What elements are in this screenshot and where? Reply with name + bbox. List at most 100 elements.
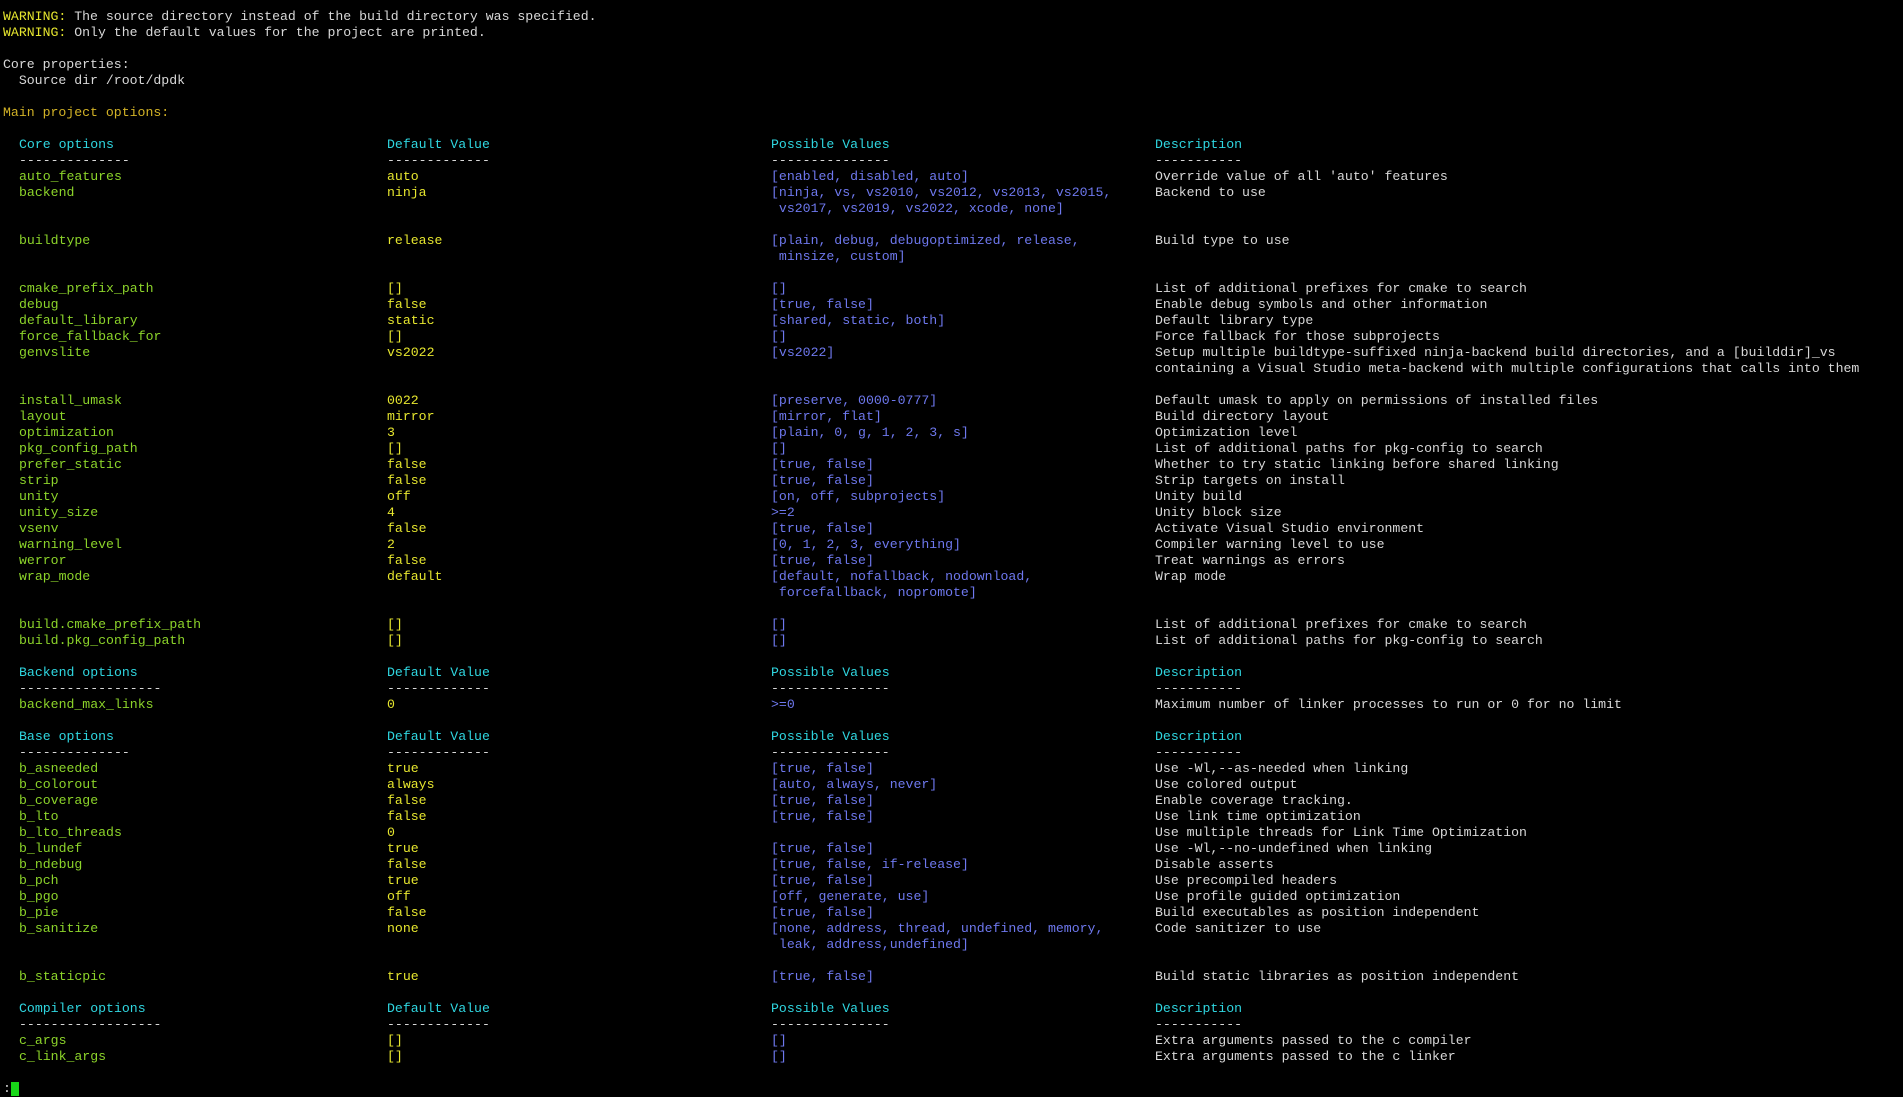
option-name: c_args [19,1033,67,1048]
column-header-description: Description [1155,1001,1243,1016]
warning-line: WARNING: The source directory instead of… [3,9,597,25]
option-default-value: [] [387,281,403,296]
option-sections: Core options Default Value Possible Values… [3,137,1859,1081]
option-possible-values: [true, false] [771,761,874,776]
option-name: genvslite [19,345,91,360]
option-default-value: true [387,761,419,776]
pager-prompt[interactable]: : [3,1081,597,1097]
column-header-default: Default Value [387,1001,490,1016]
option-row: pkg_config_path [] [] List of additional pa… [3,441,1543,457]
option-default-value: [] [387,441,403,456]
section-header: Compiler options Default Value Possible Va… [3,1001,1242,1017]
option-description: Unity build [1155,489,1243,504]
option-name: b_pch [19,873,59,888]
option-possible-values: [0, 1, 2, 3, everything] [771,537,961,552]
section-separator: ----------------------------------------… [3,1017,1242,1033]
option-default-value: 2 [387,537,395,552]
option-description: Activate Visual Studio environment [1155,521,1425,536]
column-header-description: Description [1155,729,1243,744]
section-separator: ----------------------------------------… [3,153,1242,169]
option-row: layout mirror [mirror, flat] Build director… [3,409,1329,425]
option-possible-values: [on, off, subprojects] [771,489,946,504]
section-title: Core options [19,137,114,152]
option-description: Optimization level [1155,425,1298,440]
option-name: b_staticpic [19,969,107,984]
option-description: Treat warnings as errors [1155,553,1345,568]
option-description: Extra arguments passed to the c compiler [1155,1033,1472,1048]
separator: ------------- [387,745,490,760]
option-default-value: mirror [387,409,435,424]
option-description: Override value of all 'auto' features [1155,169,1448,184]
option-name: pkg_config_path [19,441,138,456]
option-row-continuation: vs2017, vs2019, vs2022, xcode, none] [3,201,1064,217]
option-description: Strip targets on install [1155,473,1345,488]
option-name: warning_level [19,537,122,552]
option-row: strip false [true, false] Strip targets on … [3,473,1345,489]
option-description: Enable coverage tracking. [1155,793,1353,808]
option-default-value: true [387,969,419,984]
option-description: Disable asserts [1155,857,1274,872]
option-possible-values: [true, false] [771,793,874,808]
option-row: debug false [true, false] Enable debug symb… [3,297,1487,313]
option-row: wrap_mode default [default, nofallback, no… [3,569,1226,585]
option-default-value: release [387,233,443,248]
separator: ------------------ [19,681,162,696]
option-row-continuation: leak, address,undefined] [3,937,969,953]
option-description: List of additional paths for pkg-config … [1155,441,1543,456]
option-possible-values: [true, false] [771,521,874,536]
option-row: b_coverage false [true, false] Enable cover… [3,793,1353,809]
option-name: optimization [19,425,114,440]
separator: ----------- [1155,1017,1243,1032]
option-row-continuation: forcefallback, nopromote] [3,585,977,601]
option-default-value: 0 [387,825,395,840]
option-default-value: false [387,905,427,920]
option-row: build.cmake_prefix_path [] [] List of addit… [3,617,1527,633]
core-properties-title: Core properties: [3,57,130,72]
option-row: prefer_static false [true, false] Whether t… [3,457,1559,473]
option-name: prefer_static [19,457,122,472]
option-name: b_pgo [19,889,59,904]
section-header: Core options Default Value Possible Values… [3,137,1242,153]
option-row: b_lto false [true, false] Use link time opt… [3,809,1361,825]
option-possible-values: [enabled, disabled, auto] [771,169,969,184]
option-default-value: false [387,553,427,568]
option-description: Build directory layout [1155,409,1330,424]
column-header-description: Description [1155,137,1243,152]
warning-label: WARNING: [3,9,67,24]
option-name: b_lto [19,809,59,824]
option-possible-values: [mirror, flat] [771,409,882,424]
option-default-value: 3 [387,425,395,440]
option-possible-values: vs2017, vs2019, vs2022, xcode, none] [771,201,1064,216]
option-possible-values: [true, false] [771,553,874,568]
option-row: unity off [on, off, subprojects] Unity buil… [3,489,1242,505]
option-default-value: true [387,841,419,856]
option-default-value: off [387,889,411,904]
option-description: List of additional prefixes for cmake to… [1155,617,1527,632]
option-possible-values: [] [771,1033,787,1048]
section-title: Backend options [19,665,138,680]
option-possible-values: [plain, debug, debugoptimized, release, [771,233,1080,248]
option-default-value: [] [387,633,403,648]
option-row: b_lundef true [true, false] Use -Wl,--no-un… [3,841,1432,857]
option-default-value: static [387,313,435,328]
separator: --------------- [771,153,890,168]
option-possible-values: [] [771,329,787,344]
option-possible-values: [true, false] [771,905,874,920]
option-default-value: 0 [387,697,395,712]
column-header-default: Default Value [387,665,490,680]
column-header-possible: Possible Values [771,1001,890,1016]
option-row: backend_max_links 0 >=0 Maximum number of l… [3,697,1622,713]
separator: --------------- [771,681,890,696]
option-name: werror [19,553,67,568]
option-row: b_asneeded true [true, false] Use -Wl,--as-… [3,761,1408,777]
option-row: optimization 3 [plain, 0, g, 1, 2, 3, s] Op… [3,425,1297,441]
option-possible-values: [] [771,441,787,456]
terminal-output[interactable]: WARNING: The source directory instead of… [3,9,1859,1097]
option-row: c_args [] [] Extra arguments passed to the … [3,1033,1472,1049]
option-default-value: auto [387,169,419,184]
option-row: build.pkg_config_path [] [] List of additio… [3,633,1543,649]
option-name: force_fallback_for [19,329,162,344]
option-row: default_library static [shared, static, bo… [3,313,1313,329]
